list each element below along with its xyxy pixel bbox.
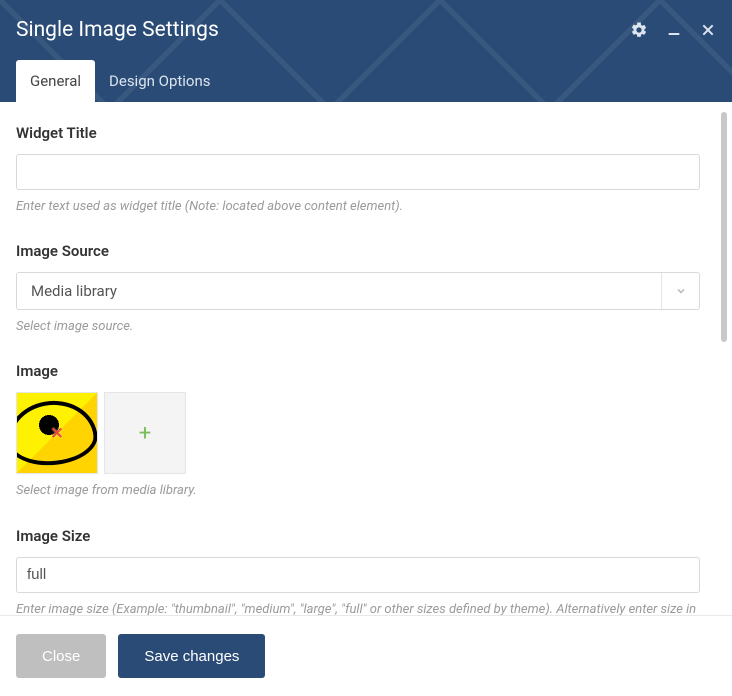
image-help: Select image from media library. [16,482,700,500]
image-label: Image [16,362,700,380]
widget-title-help: Enter text used as widget title (Note: l… [16,198,700,216]
field-image: Image ✕ + Select image from media librar… [16,362,700,500]
save-button[interactable]: Save changes [118,634,265,678]
image-source-select[interactable]: Media library [16,272,700,310]
image-thumbnail[interactable]: ✕ [16,392,98,474]
widget-title-label: Widget Title [16,124,700,142]
settings-modal: Single Image Settings General Design Opt… [0,0,732,696]
chevron-down-icon [661,273,699,309]
field-widget-title: Widget Title Enter text used as widget t… [16,124,700,216]
modal-title: Single Image Settings [16,18,630,42]
add-image-button[interactable]: + [104,392,186,474]
widget-title-input[interactable] [16,154,700,190]
field-image-source: Image Source Media library Select image … [16,242,700,336]
tab-general[interactable]: General [16,60,95,102]
scrollbar-thumb[interactable] [721,112,727,342]
close-icon[interactable] [700,22,716,38]
image-source-label: Image Source [16,242,700,260]
minimize-icon[interactable] [666,22,682,38]
image-size-input[interactable] [16,557,700,593]
scrollbar[interactable] [716,102,732,615]
modal-body: Widget Title Enter text used as widget t… [0,102,716,615]
image-size-label: Image Size [16,527,700,545]
header-controls [630,21,716,39]
gear-icon[interactable] [630,21,648,39]
modal-footer: Close Save changes [0,615,732,696]
tab-design-options[interactable]: Design Options [95,60,225,102]
image-thumbs: ✕ + [16,392,700,474]
close-button[interactable]: Close [16,634,106,678]
image-source-value: Media library [17,273,661,309]
image-source-help: Select image source. [16,318,700,336]
remove-image-icon[interactable]: ✕ [50,424,63,443]
modal-header: Single Image Settings General Design Opt… [0,0,732,102]
field-image-size: Image Size Enter image size (Example: "t… [16,527,700,615]
plus-icon: + [139,421,151,446]
tab-bar: General Design Options [0,60,732,102]
image-size-help: Enter image size (Example: "thumbnail", … [16,601,700,615]
